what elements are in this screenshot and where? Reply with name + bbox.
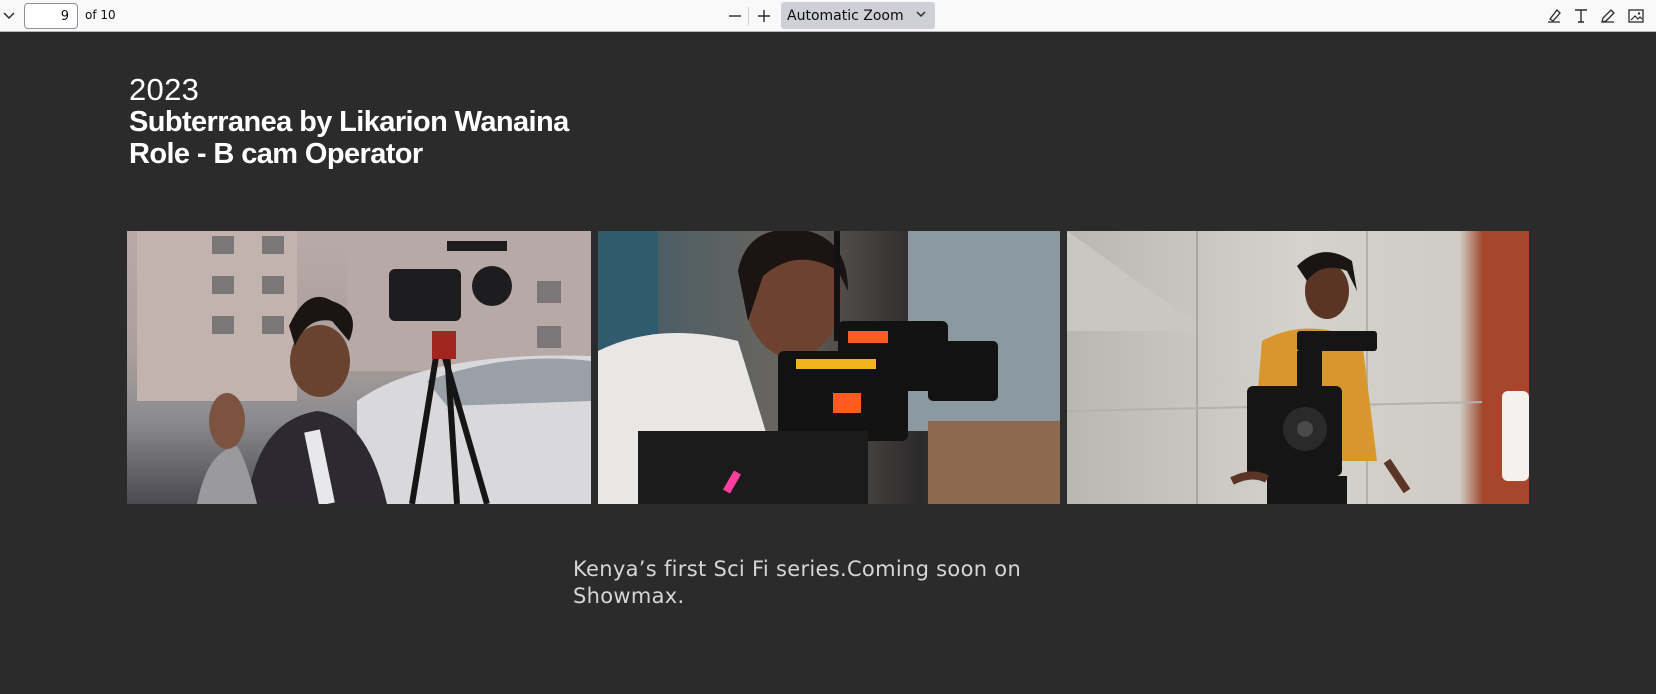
page-count-label: of 10 xyxy=(85,8,116,22)
toolbar-separator xyxy=(748,7,749,25)
chevron-down-icon[interactable] xyxy=(0,6,18,26)
zoom-out-button[interactable] xyxy=(724,6,746,26)
pdf-toolbar: of 10 Automatic Zoom xyxy=(0,0,1656,32)
plus-icon xyxy=(758,10,770,22)
photo-crew-tripod xyxy=(127,231,591,504)
highlighter-icon xyxy=(1548,9,1561,23)
photo-operator-closeup xyxy=(598,231,1060,504)
zoom-select[interactable]: Automatic Zoom xyxy=(781,2,935,29)
text-icon xyxy=(1575,9,1587,23)
draw-tool-button[interactable] xyxy=(1597,6,1619,26)
project-year: 2023 xyxy=(129,72,200,107)
image-tool-button[interactable] xyxy=(1625,6,1647,26)
image-icon xyxy=(1628,9,1644,23)
project-role: Role - B cam Operator xyxy=(129,138,423,170)
project-caption-line1: Kenya’s first Sci Fi series.Coming soon … xyxy=(573,557,1022,581)
zoom-select-value: Automatic Zoom xyxy=(787,7,904,24)
page-number-input[interactable] xyxy=(24,3,78,29)
project-caption-line2: Showmax. xyxy=(573,584,685,608)
chevron-down-icon xyxy=(915,8,927,24)
pen-icon xyxy=(1601,9,1615,23)
text-tool-button[interactable] xyxy=(1570,6,1592,26)
photo-operator-studio xyxy=(1067,231,1529,504)
zoom-in-button[interactable] xyxy=(753,6,775,26)
highlight-tool-button[interactable] xyxy=(1543,6,1565,26)
minus-icon xyxy=(729,15,741,17)
project-title: Subterranea by Likarion Wanaina xyxy=(129,106,569,138)
